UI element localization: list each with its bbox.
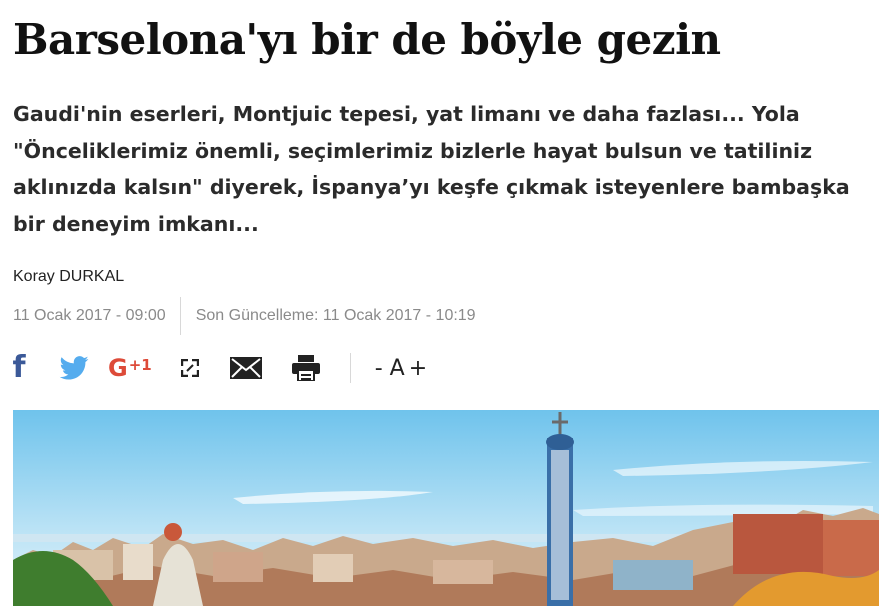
author-name[interactable]: Koray DURKAL <box>13 268 124 286</box>
facebook-icon[interactable]: f <box>10 353 28 383</box>
updated-date: Son Güncelleme: 11 Ocak 2017 - 10:19 <box>195 307 476 324</box>
share-toolbar: f G +1 - A + <box>10 350 427 386</box>
font-increase-button[interactable]: + <box>409 356 427 381</box>
barcelona-park-guell-photo <box>13 410 879 606</box>
article-dates: 11 Ocak 2017 - 09:00 Son Güncelleme: 11 … <box>13 297 476 335</box>
article-title: Barselona'yı bir de böyle gezin <box>13 15 721 64</box>
font-decrease-button[interactable]: - A <box>375 356 405 381</box>
gplus-g-label: G <box>108 354 128 382</box>
date-divider <box>179 297 181 335</box>
expand-icon[interactable] <box>180 359 200 377</box>
font-size-controls: - A + <box>375 356 427 381</box>
email-icon[interactable] <box>229 357 262 379</box>
google-plus-icon[interactable]: G +1 <box>108 354 152 382</box>
published-date: 11 Ocak 2017 - 09:00 <box>13 307 166 324</box>
gplus-plus-one-label: +1 <box>128 356 152 374</box>
hero-image <box>13 410 879 606</box>
twitter-icon[interactable] <box>59 356 89 380</box>
print-icon[interactable] <box>291 355 320 381</box>
toolbar-divider <box>349 353 351 383</box>
article-summary: Gaudi'nin eserleri, Montjuic tepesi, yat… <box>13 102 850 236</box>
